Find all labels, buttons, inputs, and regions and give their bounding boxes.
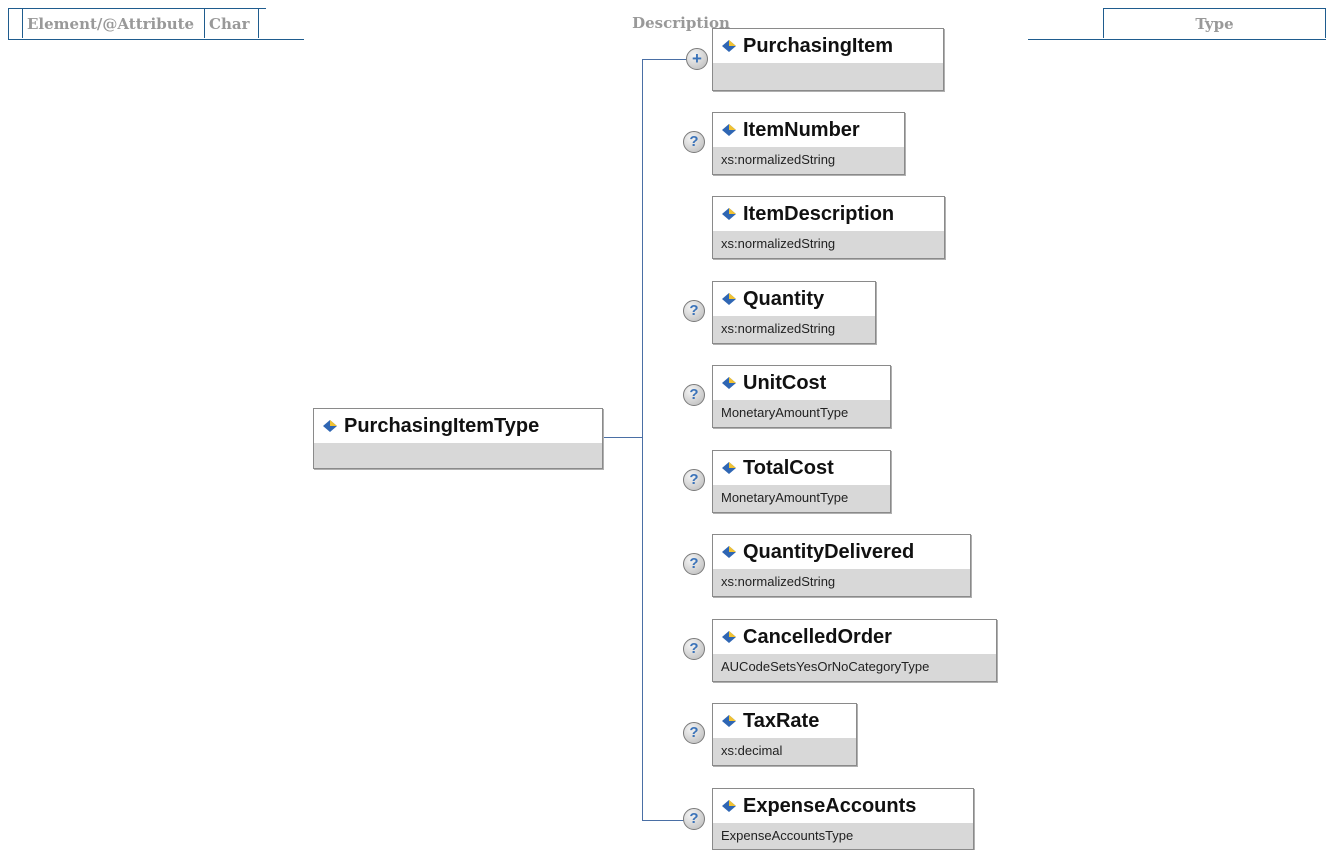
node-name: UnitCost — [743, 372, 827, 394]
root-connector — [602, 437, 642, 438]
header-col-marker — [8, 8, 22, 38]
element-icon — [722, 546, 736, 558]
branch-bottom — [642, 820, 686, 821]
optional-question-icon: ? — [683, 553, 705, 575]
element-node-taxrate[interactable]: TaxRate xs:decimal — [712, 703, 857, 766]
header-col-element: Element/@Attribute — [22, 8, 204, 38]
root-node-name: PurchasingItemType — [344, 415, 540, 437]
node-type: ExpenseAccountsType — [713, 823, 973, 849]
node-name: ExpenseAccounts — [743, 795, 917, 817]
element-icon — [722, 40, 736, 52]
optional-question-icon: ? — [683, 722, 705, 744]
node-label-row: PurchasingItem — [713, 29, 943, 63]
node-type: MonetaryAmountType — [713, 400, 890, 427]
element-node-cancelledorder[interactable]: CancelledOrder AUCodeSetsYesOrNoCategory… — [712, 619, 997, 682]
header-top-border-right — [1103, 8, 1326, 9]
header-col-type: Type — [1103, 8, 1326, 38]
node-label-row: QuantityDelivered — [713, 535, 970, 569]
node-name: CancelledOrder — [743, 626, 892, 648]
optional-question-icon: ? — [683, 638, 705, 660]
element-icon — [722, 208, 736, 220]
optional-question-icon: ? — [683, 384, 705, 406]
node-name: ItemNumber — [743, 119, 860, 141]
node-label-row: ExpenseAccounts — [713, 789, 973, 823]
element-node-quantity[interactable]: Quantity xs:normalizedString — [712, 281, 876, 344]
header-left-edge — [8, 8, 9, 40]
element-icon — [722, 293, 736, 305]
element-node-itemnumber[interactable]: ItemNumber xs:normalizedString — [712, 112, 905, 175]
element-node-expenseaccounts[interactable]: ExpenseAccounts ExpenseAccountsType — [712, 788, 974, 850]
node-name: QuantityDelivered — [743, 541, 915, 563]
node-type: xs:normalizedString — [713, 569, 970, 596]
element-node-quantitydelivered[interactable]: QuantityDelivered xs:normalizedString — [712, 534, 971, 597]
optional-question-icon: ? — [683, 808, 705, 830]
expand-plus-icon[interactable]: + — [686, 48, 708, 70]
header-col-char: Char — [204, 8, 258, 38]
element-node-unitcost[interactable]: UnitCost MonetaryAmountType — [712, 365, 891, 428]
node-name: TotalCost — [743, 457, 834, 479]
node-label-row: Quantity — [713, 282, 875, 316]
element-icon — [722, 715, 736, 727]
optional-question-icon: ? — [683, 300, 705, 322]
node-label-row: TaxRate — [713, 704, 856, 738]
element-icon — [722, 124, 736, 136]
node-label-row: CancelledOrder — [713, 620, 996, 654]
node-name: PurchasingItem — [743, 35, 894, 57]
node-label-row: ItemDescription — [713, 197, 944, 231]
node-label-row: ItemNumber — [713, 113, 904, 147]
element-icon — [722, 631, 736, 643]
element-icon — [323, 420, 337, 432]
header-bottom-border-left — [8, 39, 304, 40]
node-type — [713, 63, 943, 90]
header-col-description: Description — [258, 8, 1103, 38]
node-name: Quantity — [743, 288, 825, 310]
node-name: TaxRate — [743, 710, 820, 732]
header-bottom-border-right — [1028, 39, 1326, 40]
root-node-type — [314, 443, 602, 468]
header-top-border — [8, 8, 266, 9]
node-type: MonetaryAmountType — [713, 485, 890, 512]
element-node-totalcost[interactable]: TotalCost MonetaryAmountType — [712, 450, 891, 513]
node-type: xs:normalizedString — [713, 147, 904, 174]
root-node[interactable]: PurchasingItemType — [313, 408, 603, 469]
node-type: AUCodeSetsYesOrNoCategoryType — [713, 654, 996, 681]
schema-table-header: Element/@Attribute Char Description Type — [8, 8, 1326, 40]
node-label-row: TotalCost — [713, 451, 890, 485]
node-label-row: UnitCost — [713, 366, 890, 400]
optional-question-icon: ? — [683, 131, 705, 153]
node-type: xs:decimal — [713, 738, 856, 765]
element-icon — [722, 462, 736, 474]
node-type: xs:normalizedString — [713, 316, 875, 343]
element-node-purchasingitem[interactable]: PurchasingItem — [712, 28, 944, 91]
node-type: xs:normalizedString — [713, 231, 944, 258]
element-node-itemdescription[interactable]: ItemDescription xs:normalizedString — [712, 196, 945, 259]
element-icon — [722, 800, 736, 812]
branch-top — [642, 59, 686, 60]
optional-question-icon: ? — [683, 469, 705, 491]
sequence-spine — [642, 59, 643, 821]
element-icon — [722, 377, 736, 389]
root-node-label-row: PurchasingItemType — [314, 409, 602, 443]
node-name: ItemDescription — [743, 203, 895, 225]
